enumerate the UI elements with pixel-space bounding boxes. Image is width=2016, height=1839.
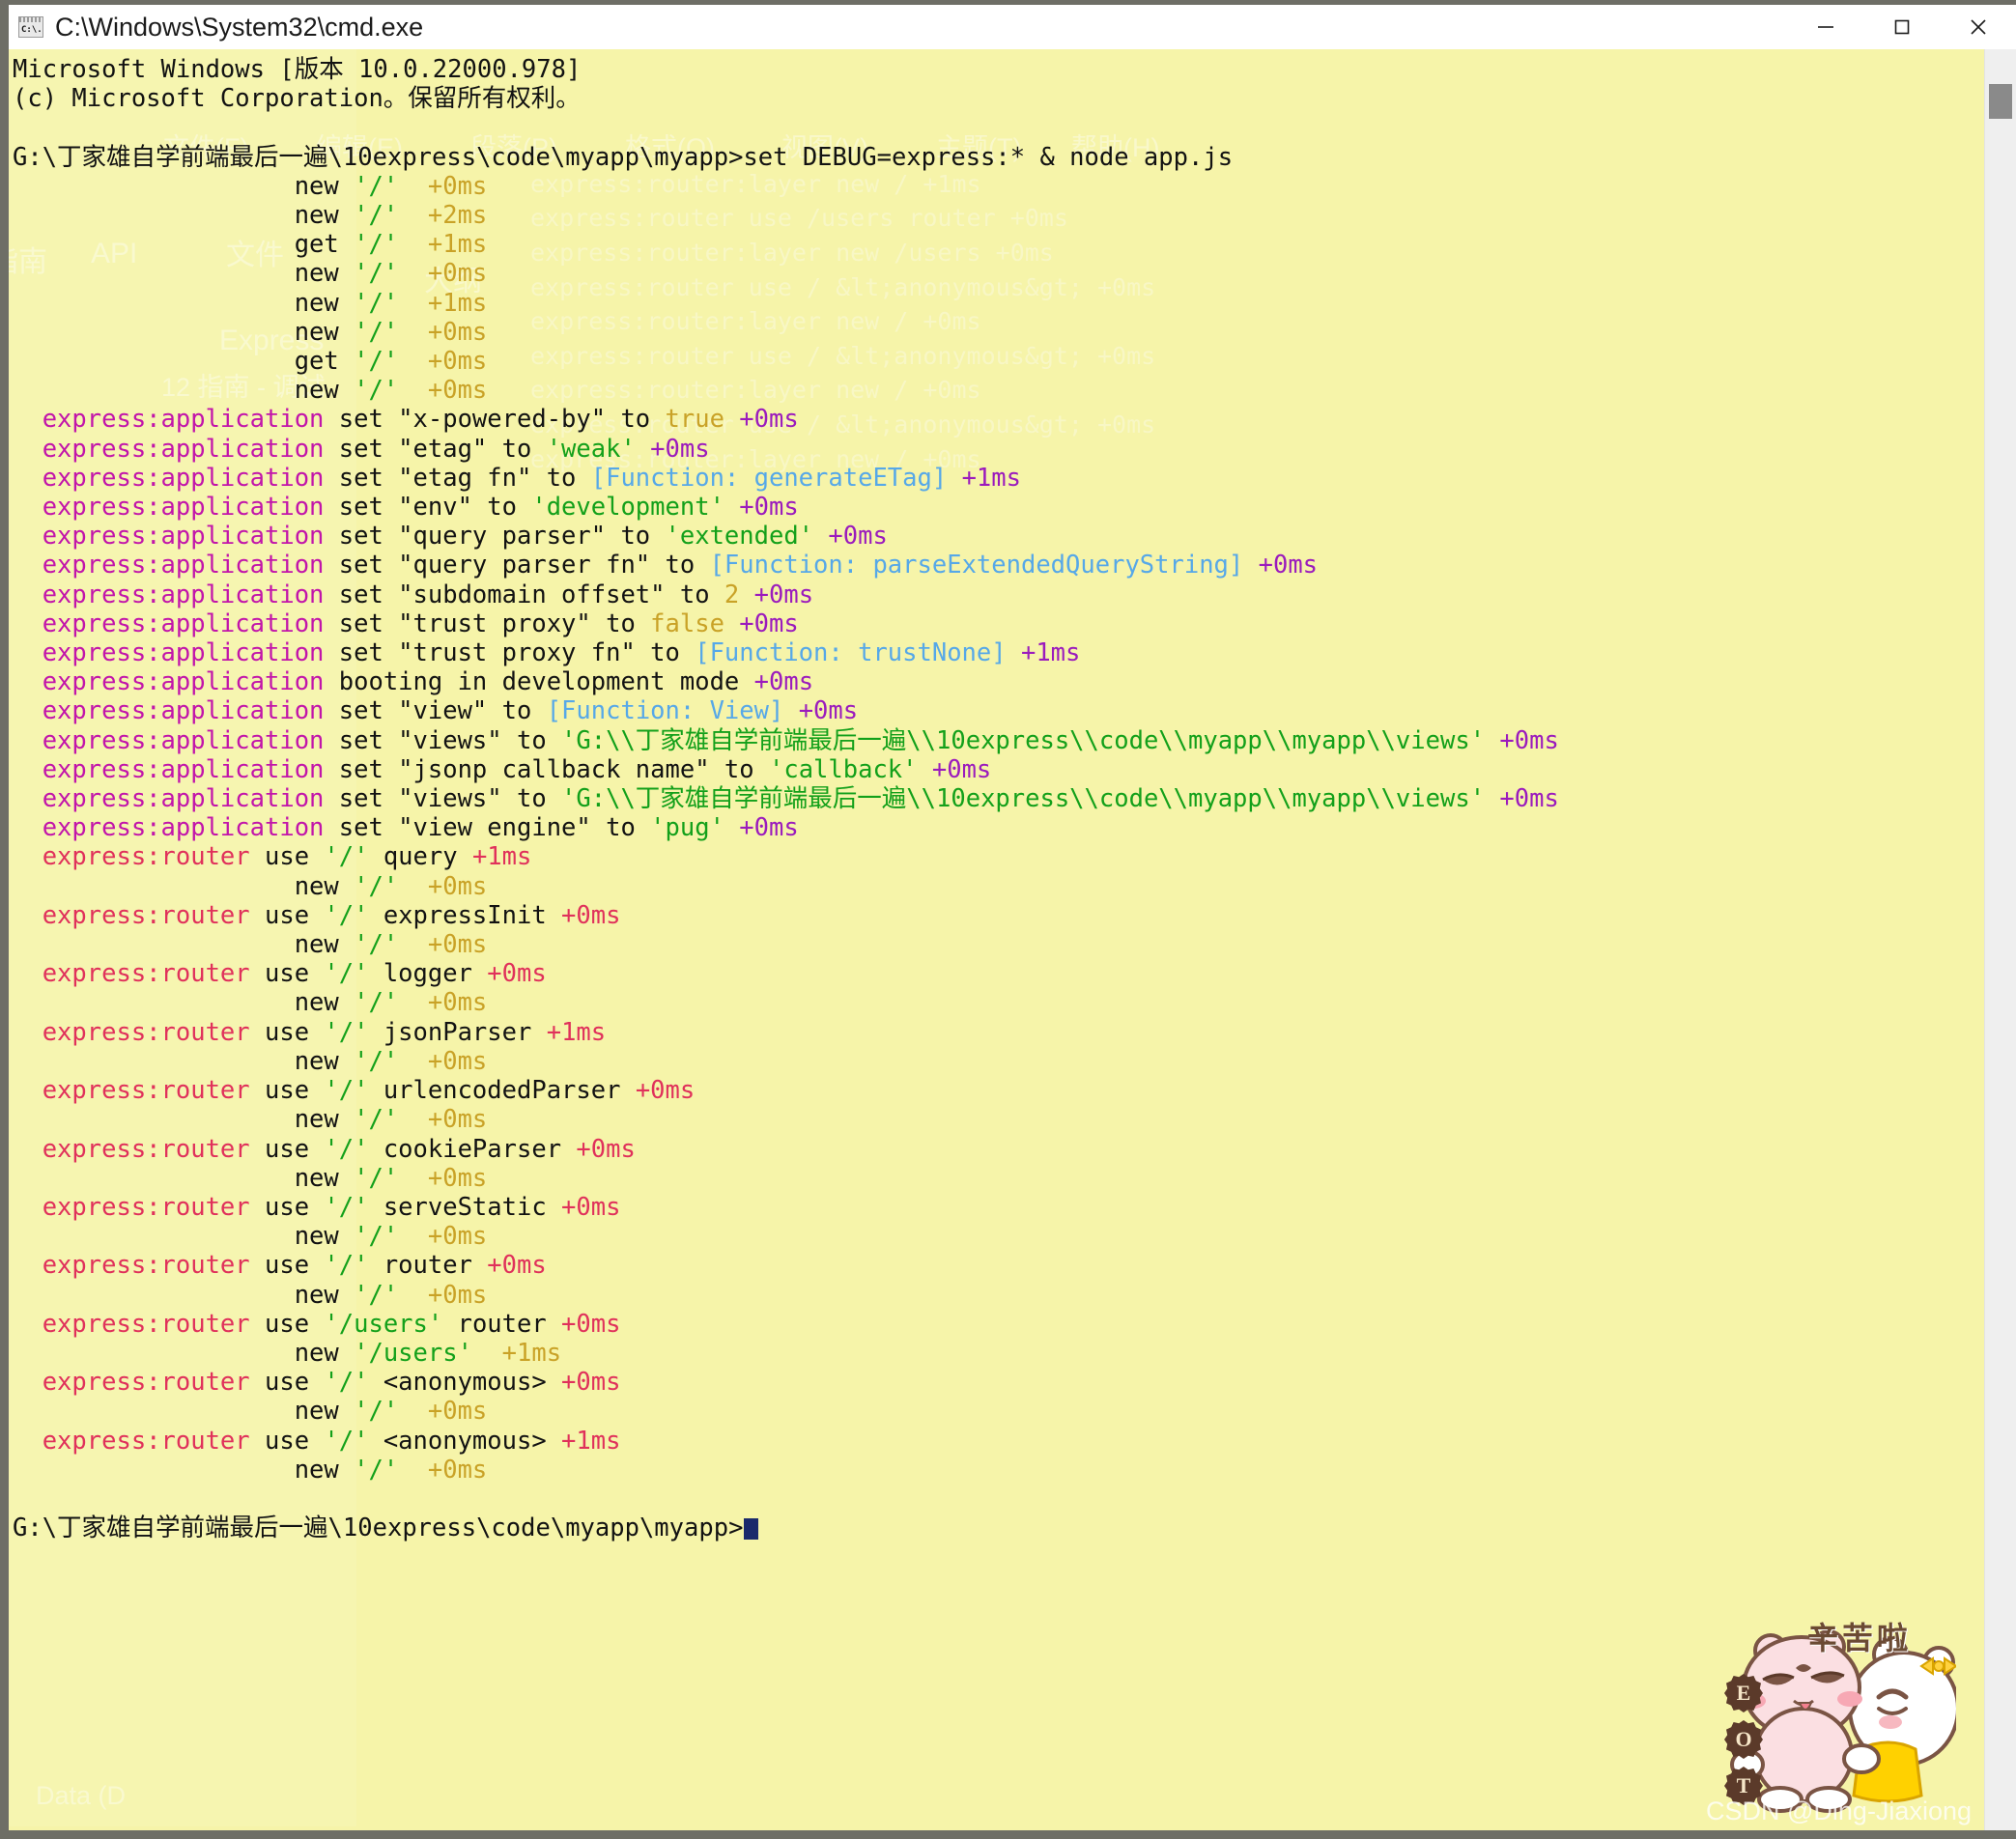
console-router-line-39: express:router use '/users' router +0ms: [13, 1309, 621, 1339]
console-application-line-15: express:application set "trust proxy" to…: [13, 608, 799, 638]
console-application-line-19: express:application set "views" to 'G:\\…: [13, 725, 1559, 755]
window-title: C:\Windows\System32\cmd.exe: [55, 12, 424, 42]
mascot-caption: 辛苦啦: [1806, 1621, 1912, 1655]
console-application-line-17: express:application booting in developme…: [13, 667, 814, 697]
console-scrollbar[interactable]: [1984, 49, 2016, 1830]
console-header-line-1: (c) Microsoft Corporation。保留所有权利。: [13, 84, 581, 114]
console-layer-line-44: new '/' +0ms: [13, 1455, 488, 1485]
console-layer-line-38: new '/' +0ms: [13, 1280, 488, 1310]
csdn-watermark: CSDN @Ding-Jiaxiong: [1706, 1797, 1972, 1825]
title-bar[interactable]: C:\Windows\System32\cmd.exe: [9, 5, 2016, 49]
console-layer-line-7: new '/' +0ms: [13, 376, 488, 406]
console-application-line-8: express:application set "x-powered-by" t…: [13, 405, 799, 435]
console-application-line-9: express:application set "etag" to 'weak'…: [13, 434, 710, 464]
console-layer-line-6: get '/' +0ms: [13, 347, 488, 377]
console-layer-line-28: new '/' +0ms: [13, 988, 488, 1018]
console-command-line: G:\丁家雄自学前端最后一遍\10express\code\myapp\myap…: [13, 142, 1234, 172]
console-layer-line-5: new '/' +0ms: [13, 317, 488, 347]
minimize-button[interactable]: [1787, 5, 1863, 49]
console-application-line-16: express:application set "trust proxy fn"…: [13, 638, 1081, 668]
badge-o: O: [1724, 1720, 1763, 1759]
console-layer-line-2: get '/' +1ms: [13, 230, 488, 260]
console-router-line-31: express:router use '/' urlencodedParser …: [13, 1076, 696, 1106]
console-router-line-43: express:router use '/' <anonymous> +1ms: [13, 1426, 621, 1456]
console-router-line-35: express:router use '/' serveStatic +0ms: [13, 1192, 621, 1222]
console-application-line-18: express:application set "view" to [Funct…: [13, 696, 859, 726]
console-router-line-23: express:router use '/' query +1ms: [13, 842, 532, 872]
console-header-line-0: Microsoft Windows [版本 10.0.22000.978]: [13, 55, 582, 84]
console-layer-line-40: new '/users' +1ms: [13, 1338, 562, 1368]
cmd-window-icon: [18, 16, 43, 38]
console-layer-line-3: new '/' +0ms: [13, 259, 488, 289]
ghost-sidebar-4: Data (D: [36, 1781, 127, 1810]
console-application-line-20: express:application set "jsonp callback …: [13, 754, 992, 784]
console-application-line-10: express:application set "etag fn" to [Fu…: [13, 463, 1021, 493]
title-bar-left: C:\Windows\System32\cmd.exe: [9, 13, 423, 42]
cmd-window: C:\Windows\System32\cmd.exe 文件(F) 编辑(E) …: [0, 0, 2016, 1839]
console-application-line-11: express:application set "env" to 'develo…: [13, 493, 799, 523]
console-application-line-21: express:application set "views" to 'G:\\…: [13, 784, 1559, 814]
console-layer-line-26: new '/' +0ms: [13, 930, 488, 960]
maximize-button[interactable]: [1863, 5, 1940, 49]
console-router-line-29: express:router use '/' jsonParser +1ms: [13, 1017, 607, 1047]
console-application-line-14: express:application set "subdomain offse…: [13, 580, 814, 609]
console-layer-line-32: new '/' +0ms: [13, 1105, 488, 1135]
scrollbar-thumb[interactable]: [1989, 84, 2012, 119]
console-final-prompt: G:\丁家雄自学前端最后一遍\10express\code\myapp\myap…: [13, 1514, 1984, 1542]
text-cursor: [744, 1518, 759, 1541]
console-router-line-25: express:router use '/' expressInit +0ms: [13, 900, 621, 930]
console-lines: Microsoft Windows [版本 10.0.22000.978] (c)…: [13, 55, 1984, 1542]
console-router-line-33: express:router use '/' cookieParser +0ms: [13, 1134, 636, 1164]
console-router-line-27: express:router use '/' logger +0ms: [13, 959, 547, 989]
console-layer-line-42: new '/' +0ms: [13, 1397, 488, 1427]
console-layer-line-24: new '/' +0ms: [13, 871, 488, 901]
mascot-badges: E O T: [1724, 1674, 1763, 1805]
console-output[interactable]: 文件(F) 编辑(E) 段落(P) 格式(O) 视图(V) 主题(T) 帮助(H…: [9, 49, 1984, 1830]
console-layer-line-1: new '/' +2ms: [13, 201, 488, 230]
console-layer-line-4: new '/' +1ms: [13, 288, 488, 318]
console-application-line-12: express:application set "query parser" t…: [13, 522, 888, 552]
console-layer-line-36: new '/' +0ms: [13, 1222, 488, 1252]
console-application-line-13: express:application set "query parser fn…: [13, 551, 1319, 580]
badge-e: E: [1724, 1674, 1763, 1712]
window-controls: [1787, 5, 2016, 49]
console-application-line-22: express:application set "view engine" to…: [13, 813, 799, 843]
console-layer-line-0: new '/' +0ms: [13, 171, 488, 201]
console-router-line-37: express:router use '/' router +0ms: [13, 1251, 547, 1281]
console-layer-line-30: new '/' +0ms: [13, 1046, 488, 1076]
console-layer-line-34: new '/' +0ms: [13, 1163, 488, 1193]
console-area: 文件(F) 编辑(E) 段落(P) 格式(O) 视图(V) 主题(T) 帮助(H…: [9, 49, 2016, 1830]
console-router-line-41: express:router use '/' <anonymous> +0ms: [13, 1368, 621, 1398]
close-button[interactable]: [1940, 5, 2016, 49]
